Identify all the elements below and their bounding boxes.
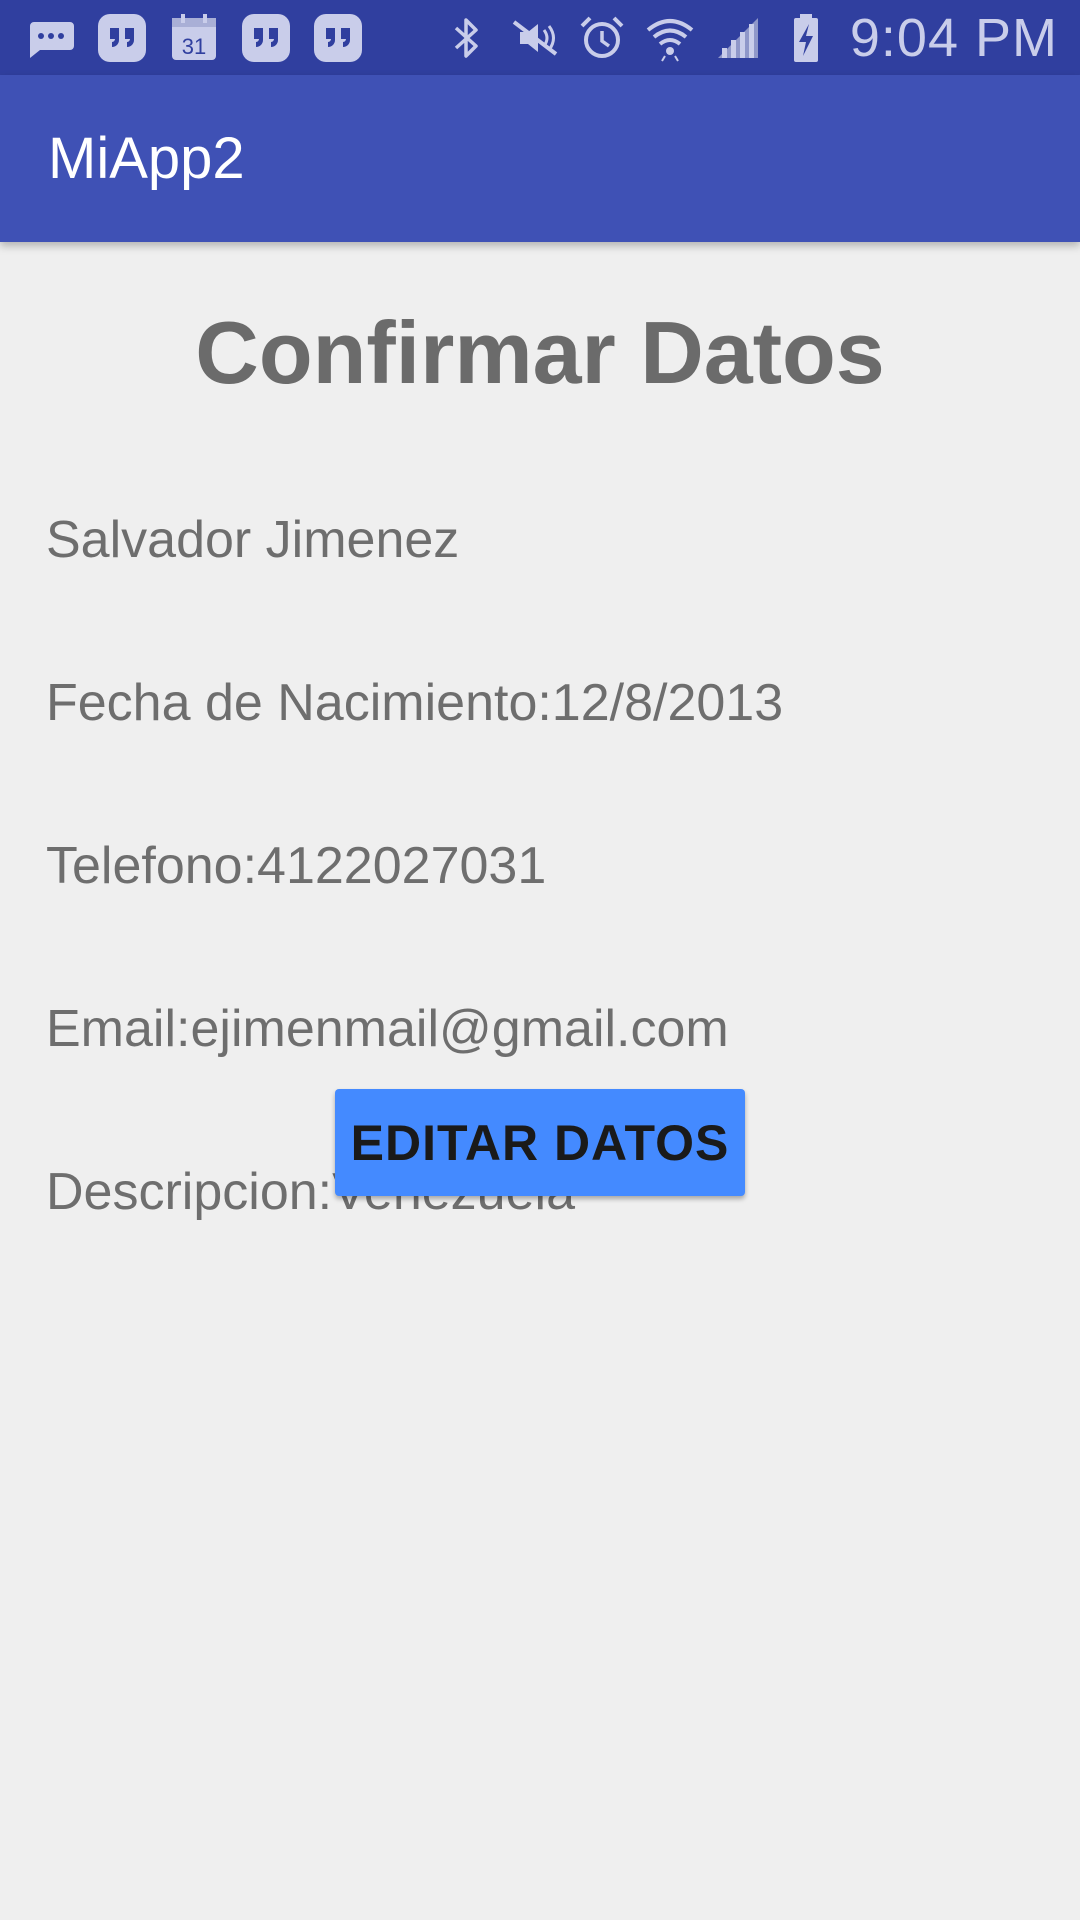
edit-data-button[interactable]: EDITAR DATOS <box>335 1089 745 1196</box>
wifi-icon <box>646 18 694 62</box>
alarm-icon <box>580 16 624 58</box>
notification-icons: 31 <box>24 12 384 64</box>
hangouts-icon <box>242 13 290 62</box>
birth-date-text: Fecha de Nacimiento:12/8/2013 <box>46 674 784 732</box>
mute-icon <box>512 19 558 56</box>
signal-icon <box>717 17 758 58</box>
calendar-day-text: 31 <box>182 34 206 59</box>
status-time: 9:04 PM <box>849 7 1058 68</box>
calendar-icon: 31 <box>172 13 216 60</box>
hangouts-icon <box>314 13 362 62</box>
message-icon <box>30 21 74 58</box>
status-bar: 31 9:04 PM <box>0 0 1080 75</box>
app-bar: MiApp2 <box>0 75 1080 242</box>
bluetooth-icon <box>454 17 478 58</box>
email-text: Email:ejimenmail@gmail.com <box>46 1000 729 1058</box>
system-icons: 9:04 PM <box>424 7 1058 69</box>
battery-charging-icon <box>793 13 818 62</box>
phone-text: Telefono:4122027031 <box>46 837 547 895</box>
page-title: Confirmar Datos <box>195 303 885 402</box>
name-text: Salvador Jimenez <box>46 511 460 569</box>
hangouts-icon <box>98 13 146 62</box>
app-title: MiApp2 <box>48 126 245 191</box>
